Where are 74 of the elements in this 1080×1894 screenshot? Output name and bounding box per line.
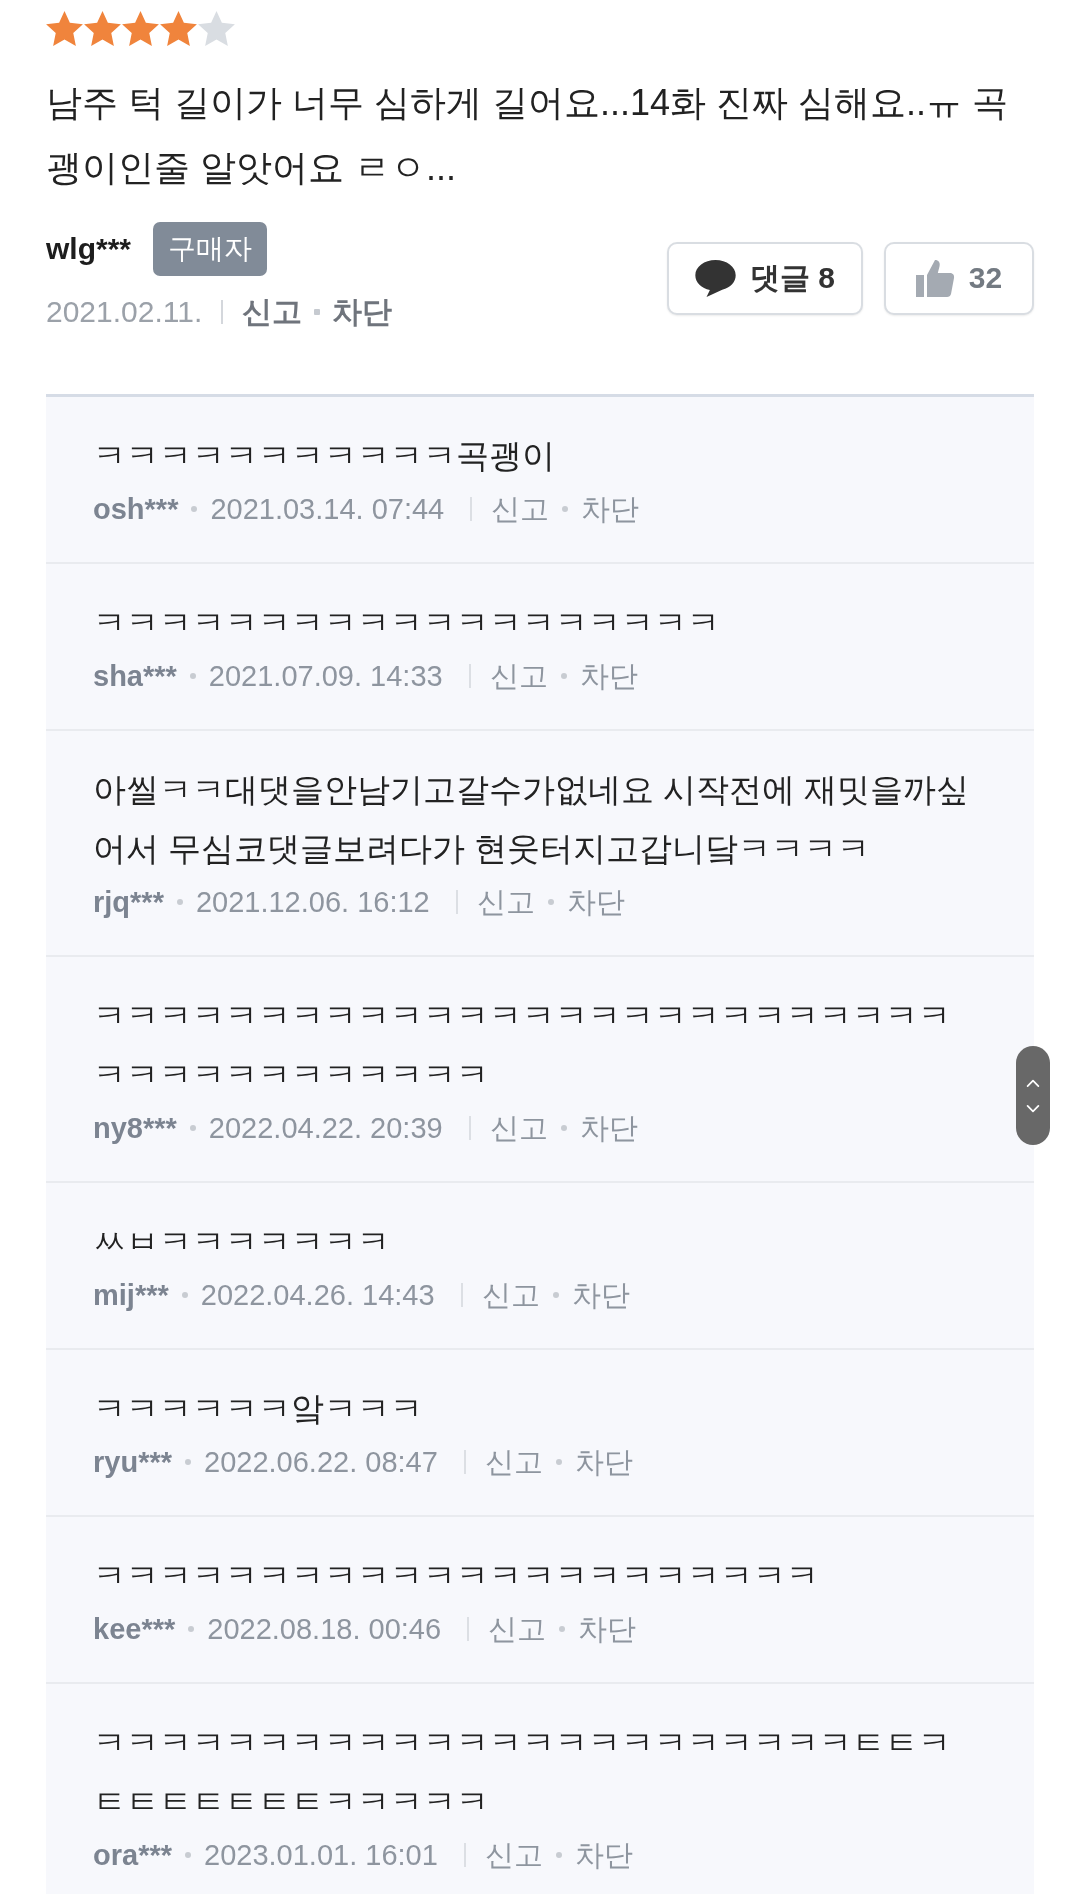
buyer-badge: 구매자 xyxy=(153,222,268,276)
comment-date: 2022.04.22. 20:39 xyxy=(208,1111,443,1146)
separator-dot-icon xyxy=(191,506,198,512)
comments-button[interactable]: 댓글 8 xyxy=(667,241,863,315)
star-icon xyxy=(84,11,121,46)
comment-author: ny8*** xyxy=(93,1111,177,1146)
separator-dot-icon xyxy=(562,506,569,512)
star-icon xyxy=(46,11,83,46)
thumbs-up-icon xyxy=(915,259,955,297)
block-link[interactable]: 차단 xyxy=(579,652,638,700)
scroll-handle[interactable] xyxy=(1016,1046,1050,1145)
report-link[interactable]: 신고 xyxy=(489,652,548,700)
comment-date: 2022.06.22. 08:47 xyxy=(204,1445,438,1480)
separator-dot-icon xyxy=(181,1292,188,1298)
comment-text: ㅆㅂㅋㅋㅋㅋㅋㅋㅋ xyxy=(93,1222,391,1262)
comment-date: 2021.03.14. 07:44 xyxy=(210,492,445,527)
block-link[interactable]: 차단 xyxy=(581,485,640,533)
username: wlg*** xyxy=(46,232,132,266)
separator-dot-icon xyxy=(185,1459,191,1465)
separator-dot-icon xyxy=(185,1852,191,1858)
comment-text: ㅋㅋㅋㅋㅋㅋㅋㅋㅋㅋㅋ곡괭이 xyxy=(93,436,556,476)
separator-dot-icon xyxy=(560,1125,567,1131)
report-link[interactable]: 신고 xyxy=(488,1605,547,1653)
separator-dot-icon xyxy=(189,673,196,679)
comment-text: ㅋㅋㅋㅋㅋㅋ앜ㅋㅋㅋ xyxy=(93,1389,424,1429)
separator-dot-icon xyxy=(176,899,183,905)
comment-text: ㅋㅋㅋㅋㅋㅋㅋㅋㅋㅋㅋㅋㅋㅋㅋㅋㅋㅋㅋ xyxy=(93,603,721,643)
block-link[interactable]: 차단 xyxy=(571,1271,630,1319)
separator-dot-icon xyxy=(552,1292,559,1298)
separator-dot-icon xyxy=(560,673,567,679)
chevron-down-icon xyxy=(1026,1104,1040,1113)
speech-bubble-icon xyxy=(695,259,736,297)
comment-author: osh*** xyxy=(93,492,179,527)
separator-dot-icon xyxy=(188,1626,195,1632)
block-link[interactable]: 차단 xyxy=(574,1831,633,1879)
separator-dot-icon xyxy=(547,899,554,905)
report-link[interactable]: 신고 xyxy=(489,1104,548,1152)
comment-date: 2022.04.26. 14:43 xyxy=(200,1278,435,1313)
comment-author: kee*** xyxy=(93,1612,176,1647)
block-link[interactable]: 차단 xyxy=(566,878,625,926)
comment-author: ora*** xyxy=(93,1838,172,1873)
block-link[interactable]: 차단 xyxy=(579,1104,638,1152)
star-icon xyxy=(160,11,197,46)
review-date: 2021.02.11. xyxy=(46,294,203,330)
comment-text: ㅋㅋㅋㅋㅋㅋㅋㅋㅋㅋㅋㅋㅋㅋㅋㅋㅋㅋㅋㅋㅋㅋㅋㅋㅋㅋㅋㅋㅋㅋㅋㅋㅋㅋㅋㅋㅋㅋ xyxy=(93,996,952,1095)
comment-date: 2021.07.09. 14:33 xyxy=(208,659,443,694)
comment-author: mij*** xyxy=(93,1278,169,1313)
separator-dot-icon xyxy=(189,1125,196,1131)
report-link[interactable]: 신고 xyxy=(481,1271,540,1319)
comment-date: 2021.12.06. 16:12 xyxy=(195,885,430,920)
block-link[interactable]: 차단 xyxy=(574,1438,633,1486)
star-icon xyxy=(198,11,235,46)
separator-dot-icon xyxy=(555,1459,562,1465)
comment-date: 2023.01.01. 16:01 xyxy=(204,1838,438,1873)
report-link[interactable]: 신고 xyxy=(484,1831,543,1879)
comment-text: ㅋㅋㅋㅋㅋㅋㅋㅋㅋㅋㅋㅋㅋㅋㅋㅋㅋㅋㅋㅋㅋㅋ xyxy=(93,1556,820,1596)
comment-author: rjq*** xyxy=(93,885,164,920)
review-text: 남주 턱 길이가 너무 심하게 길어요...14화 진짜 심해요..ㅠ 곡괭이인줄 알앗어요 ㄹㅇ... xyxy=(46,81,1010,190)
block-link[interactable]: 차단 xyxy=(332,290,393,334)
star-icon xyxy=(122,11,159,46)
block-link[interactable]: 차단 xyxy=(578,1605,637,1653)
separator-dot-icon xyxy=(555,1852,562,1858)
separator-dot-icon xyxy=(559,1626,566,1632)
comment-author: sha*** xyxy=(93,659,177,694)
comment-date: 2022.08.18. 00:46 xyxy=(207,1612,442,1647)
report-link[interactable]: 신고 xyxy=(476,878,535,926)
report-link[interactable]: 신고 xyxy=(491,485,550,533)
comment-text: 아씰ㅋㅋ대댓을안남기고갈수가없네요 시작전에 재밋을까싶어서 무심코댓글보려다가 현웃터지고갑니닼ㅋㅋㅋㅋ xyxy=(93,770,971,869)
like-button[interactable]: 32 xyxy=(884,241,1034,315)
comment-text: ㅋㅋㅋㅋㅋㅋㅋㅋㅋㅋㅋㅋㅋㅋㅋㅋㅋㅋㅋㅋㅋㅋㅋㅌㅌㅋㅌㅌㅌㅌㅌㅌㅌㅋㅋㅋㅋㅋ xyxy=(93,1723,952,1822)
comment-author: ryu*** xyxy=(93,1445,172,1480)
report-link[interactable]: 신고 xyxy=(484,1438,543,1486)
report-link[interactable]: 신고 xyxy=(242,290,303,334)
chevron-up-icon xyxy=(1026,1078,1040,1087)
